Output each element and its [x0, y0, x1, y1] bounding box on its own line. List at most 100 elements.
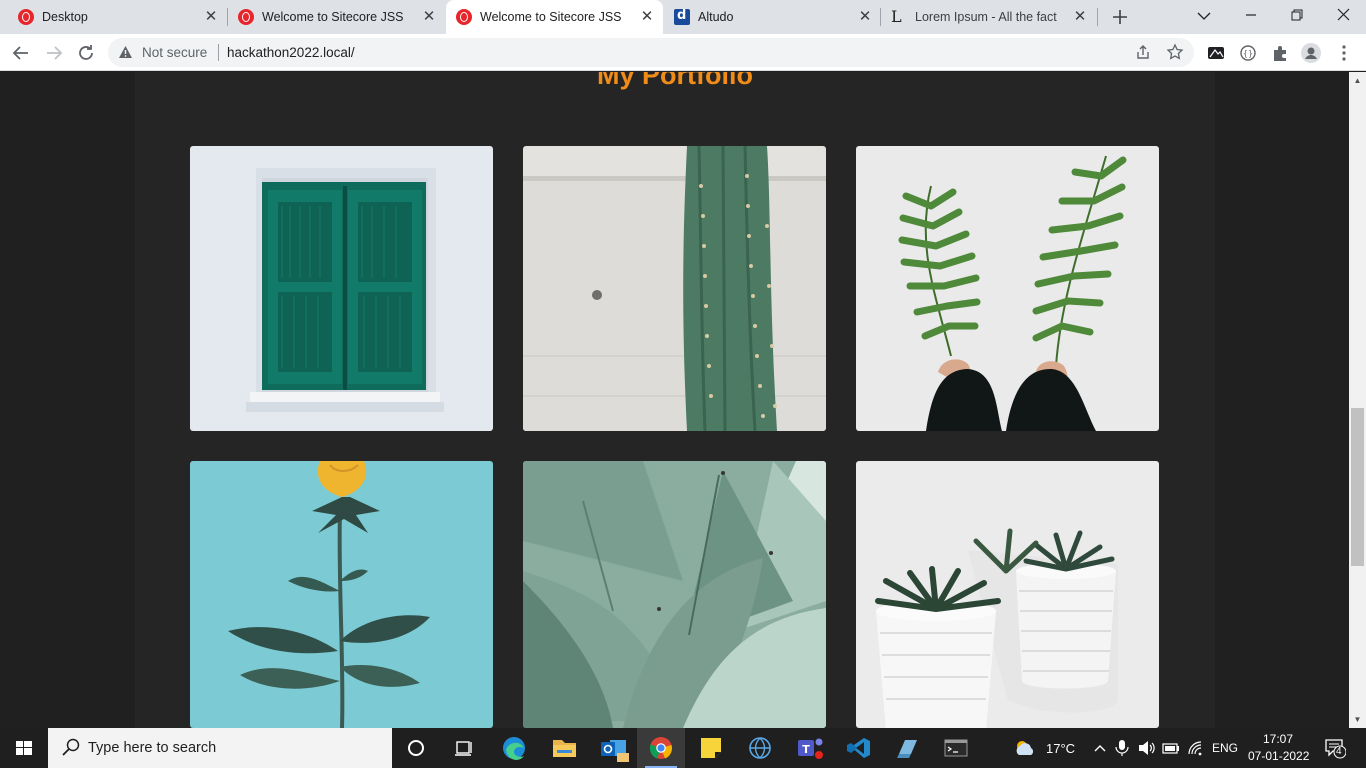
task-view-button[interactable]: [440, 728, 488, 768]
taskbar-edge[interactable]: [490, 728, 538, 768]
tab-altudo[interactable]: Altudo ✕: [664, 0, 882, 34]
tab-welcome-sitecore-1[interactable]: Welcome to Sitecore JSS ✕: [228, 0, 444, 34]
share-icon[interactable]: [1134, 43, 1152, 61]
fern-feet-image: [856, 146, 1159, 431]
tab-title: Desktop: [42, 10, 88, 24]
folder-icon: [553, 740, 576, 757]
portfolio-item-cactus[interactable]: [523, 146, 826, 431]
taskbar-chrome[interactable]: [637, 728, 685, 768]
chrome-icon: [649, 737, 672, 759]
forward-button[interactable]: [42, 41, 66, 65]
weather-temperature[interactable]: 17°C: [1046, 741, 1075, 756]
scroll-up-arrow-icon[interactable]: ▲: [1349, 72, 1366, 89]
taskbar-sticky-notes[interactable]: [687, 728, 735, 768]
edge-icon: [503, 737, 525, 760]
reload-button[interactable]: [74, 41, 98, 65]
battery-icon[interactable]: [1162, 741, 1180, 755]
input-language[interactable]: ENG: [1212, 741, 1238, 755]
address-bar[interactable]: Not secure hackathon2022.local/: [108, 38, 1194, 67]
cortana-button[interactable]: [392, 728, 440, 768]
close-tab-icon[interactable]: ✕: [202, 8, 220, 26]
portfolio-item-succulents[interactable]: [856, 461, 1159, 728]
chevron-up-icon[interactable]: [1093, 741, 1107, 755]
close-tab-icon[interactable]: ✕: [1071, 8, 1089, 26]
outlook-icon: [601, 740, 629, 762]
app-cube-icon: [897, 740, 917, 758]
tab-title: Welcome to Sitecore JSS: [262, 10, 404, 24]
page-viewport: My Portfolio: [0, 72, 1349, 728]
tab-title: Altudo: [698, 10, 734, 24]
taskbar-outlook[interactable]: [589, 728, 637, 768]
green-window-image: [190, 146, 493, 431]
forward-arrow-icon: [47, 46, 63, 60]
windows-logo-icon: [16, 741, 32, 755]
teams-icon: T: [798, 738, 823, 759]
taskbar-app-blue[interactable]: [883, 728, 931, 768]
svg-text:T: T: [802, 743, 810, 756]
notification-count: 4: [1336, 746, 1342, 757]
succulent-pots-image: [856, 461, 1159, 728]
portfolio-item-window[interactable]: [190, 146, 493, 431]
tab-title: Welcome to Sitecore JSS: [480, 10, 622, 24]
url-text[interactable]: hackathon2022.local/: [227, 45, 355, 60]
windows-taskbar: Type here to search T 17°C ENG 17:07 07-…: [0, 728, 1366, 768]
close-tab-icon[interactable]: ✕: [420, 8, 438, 26]
yellow-rose-image: [190, 461, 493, 728]
browser-tab-strip: Desktop ✕ Welcome to Sitecore JSS ✕ Welc…: [0, 0, 1366, 34]
browser-toolbar: Not secure hackathon2022.local/ {}: [0, 34, 1366, 71]
chevron-down-icon: [1197, 12, 1211, 20]
extension-icon[interactable]: [1206, 43, 1226, 63]
cactus-image: [523, 146, 826, 431]
portfolio-item-rose[interactable]: [190, 461, 493, 728]
search-placeholder: Type here to search: [88, 740, 217, 756]
clock-date[interactable]: 07-01-2022: [1248, 749, 1309, 763]
vscode-icon: [847, 738, 870, 758]
taskbar-network-app[interactable]: [736, 728, 784, 768]
terminal-icon: [944, 739, 968, 757]
scroll-thumb[interactable]: [1351, 408, 1364, 566]
portfolio-item-fern[interactable]: [856, 146, 1159, 431]
back-button[interactable]: [9, 41, 33, 65]
portfolio-section: My Portfolio: [135, 72, 1215, 728]
tab-welcome-sitecore-active[interactable]: Welcome to Sitecore JSS ✕: [446, 0, 663, 34]
agave-image: [523, 461, 826, 728]
weather-cloud-icon[interactable]: [1013, 738, 1037, 758]
extension-icon[interactable]: {}: [1238, 43, 1258, 63]
globe-icon: [749, 737, 771, 759]
plus-icon: [1113, 10, 1127, 24]
restore-button[interactable]: [1274, 0, 1320, 34]
taskbar-teams[interactable]: T: [786, 728, 834, 768]
start-button[interactable]: [0, 728, 48, 768]
puzzle-icon[interactable]: [1270, 43, 1290, 63]
menu-kebab-icon[interactable]: [1334, 43, 1354, 63]
taskbar-file-explorer[interactable]: [540, 728, 588, 768]
tab-search-button[interactable]: [1181, 0, 1227, 34]
portfolio-item-agave[interactable]: [523, 461, 826, 728]
volume-icon[interactable]: [1138, 740, 1156, 756]
sticky-notes-icon: [701, 738, 721, 758]
bookmark-star-icon[interactable]: [1166, 43, 1184, 61]
restore-icon: [1291, 9, 1303, 21]
profile-avatar-icon[interactable]: [1301, 43, 1321, 63]
clock-time[interactable]: 17:07: [1263, 732, 1293, 746]
opera-icon: [456, 9, 472, 25]
microphone-icon[interactable]: [1115, 740, 1129, 756]
page-scrollbar[interactable]: ▲ ▼: [1349, 72, 1366, 728]
scroll-down-arrow-icon[interactable]: ▼: [1349, 711, 1366, 728]
close-tab-icon[interactable]: ✕: [638, 8, 656, 26]
minimize-button[interactable]: [1228, 0, 1274, 34]
close-tab-icon[interactable]: ✕: [856, 8, 874, 26]
minimize-icon: [1246, 14, 1256, 16]
notification-icon[interactable]: [1324, 737, 1346, 759]
security-status-label[interactable]: Not secure: [142, 45, 207, 60]
taskbar-vscode[interactable]: [834, 728, 882, 768]
wifi-icon[interactable]: [1187, 740, 1205, 756]
tab-lorem-ipsum[interactable]: L Lorem Ipsum - All the facts - ✕: [881, 0, 1097, 34]
close-window-button[interactable]: [1320, 0, 1366, 34]
tab-desktop[interactable]: Desktop ✕: [8, 0, 226, 34]
tab-separator: [1097, 8, 1098, 26]
new-tab-button[interactable]: [1109, 6, 1131, 28]
lorem-icon: L: [891, 7, 902, 26]
taskbar-search-box[interactable]: Type here to search: [48, 728, 392, 768]
taskbar-terminal[interactable]: [932, 728, 980, 768]
